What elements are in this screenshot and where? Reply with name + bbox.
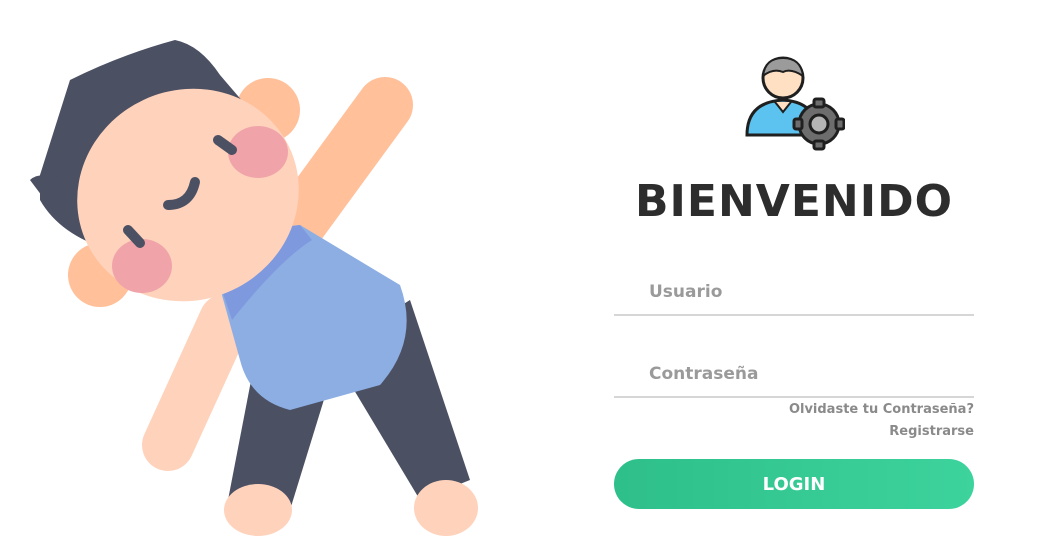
username-field <box>614 270 974 316</box>
register-link[interactable]: Registrarse <box>889 424 974 439</box>
login-form: BIENVENIDO Olvidaste tu Contraseña? Regi… <box>614 0 974 552</box>
user-settings-icon <box>745 56 845 151</box>
exercising-boy-illustration <box>30 40 478 536</box>
username-input[interactable] <box>614 270 974 314</box>
welcome-title: BIENVENIDO <box>634 176 954 227</box>
password-input[interactable] <box>614 352 974 396</box>
forgot-password-link[interactable]: Olvidaste tu Contraseña? <box>789 402 974 417</box>
password-field <box>614 352 974 398</box>
login-page: BIENVENIDO Olvidaste tu Contraseña? Regi… <box>0 0 1063 552</box>
login-button[interactable]: LOGIN <box>614 459 974 509</box>
